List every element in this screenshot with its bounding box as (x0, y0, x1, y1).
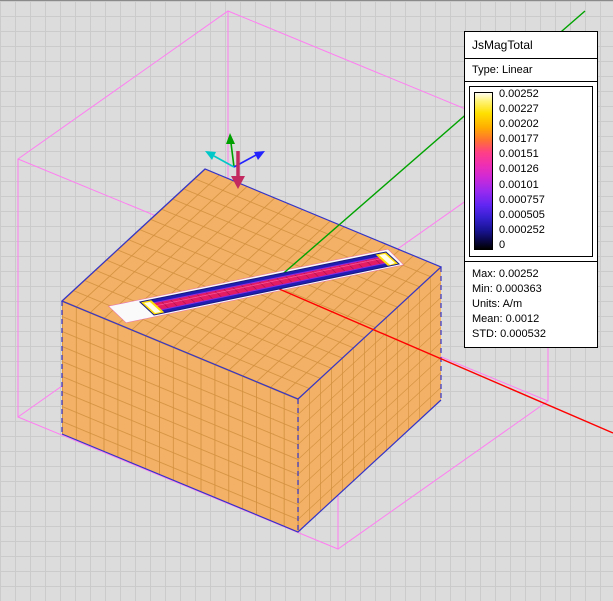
colorbar-label: 0.00202 (499, 119, 545, 130)
colorbar-label: 0.000757 (499, 195, 545, 206)
colorbar-label: 0.00227 (499, 104, 545, 115)
colorbar-label: 0.000505 (499, 210, 545, 221)
stat-min: Min: 0.000363 (472, 282, 590, 297)
stat-mean: Mean: 0.0012 (472, 312, 590, 327)
colorbar-label: 0.00101 (499, 180, 545, 191)
stat-std: STD: 0.000532 (472, 327, 590, 342)
colorbar-label: 0.00177 (499, 134, 545, 145)
triad-x-shaft (214, 156, 234, 167)
triad-z-shaft (231, 143, 234, 167)
colorbar-labels: 0.00252 0.00227 0.00202 0.00177 0.00151 … (499, 89, 545, 251)
stat-units: Units: A/m (472, 297, 590, 312)
colorbar-label: 0.00151 (499, 149, 545, 160)
legend-panel[interactable]: JsMagTotal Type: Linear 0.00252 0.00227 … (464, 31, 598, 348)
colorbar-label: 0 (499, 240, 545, 251)
legend-colorbar-section: 0.00252 0.00227 0.00202 0.00177 0.00151 … (465, 82, 597, 262)
3d-viewport[interactable]: JsMagTotal Type: Linear 0.00252 0.00227 … (0, 0, 613, 601)
colorbar-label: 0.00252 (499, 89, 545, 100)
legend-stats: Max: 0.00252 Min: 0.000363 Units: A/m Me… (465, 262, 597, 347)
substrate-block[interactable] (62, 169, 441, 532)
colorbar-label: 0.00126 (499, 164, 545, 175)
stat-max: Max: 0.00252 (472, 267, 590, 282)
colorbar-label: 0.000252 (499, 225, 545, 236)
legend-title: JsMagTotal (465, 32, 597, 59)
legend-scale-type: Type: Linear (465, 59, 597, 82)
triad-z-arrow-icon (226, 133, 235, 144)
colorbar[interactable] (474, 92, 493, 250)
legend-colorbar-box: 0.00252 0.00227 0.00202 0.00177 0.00151 … (469, 86, 593, 257)
